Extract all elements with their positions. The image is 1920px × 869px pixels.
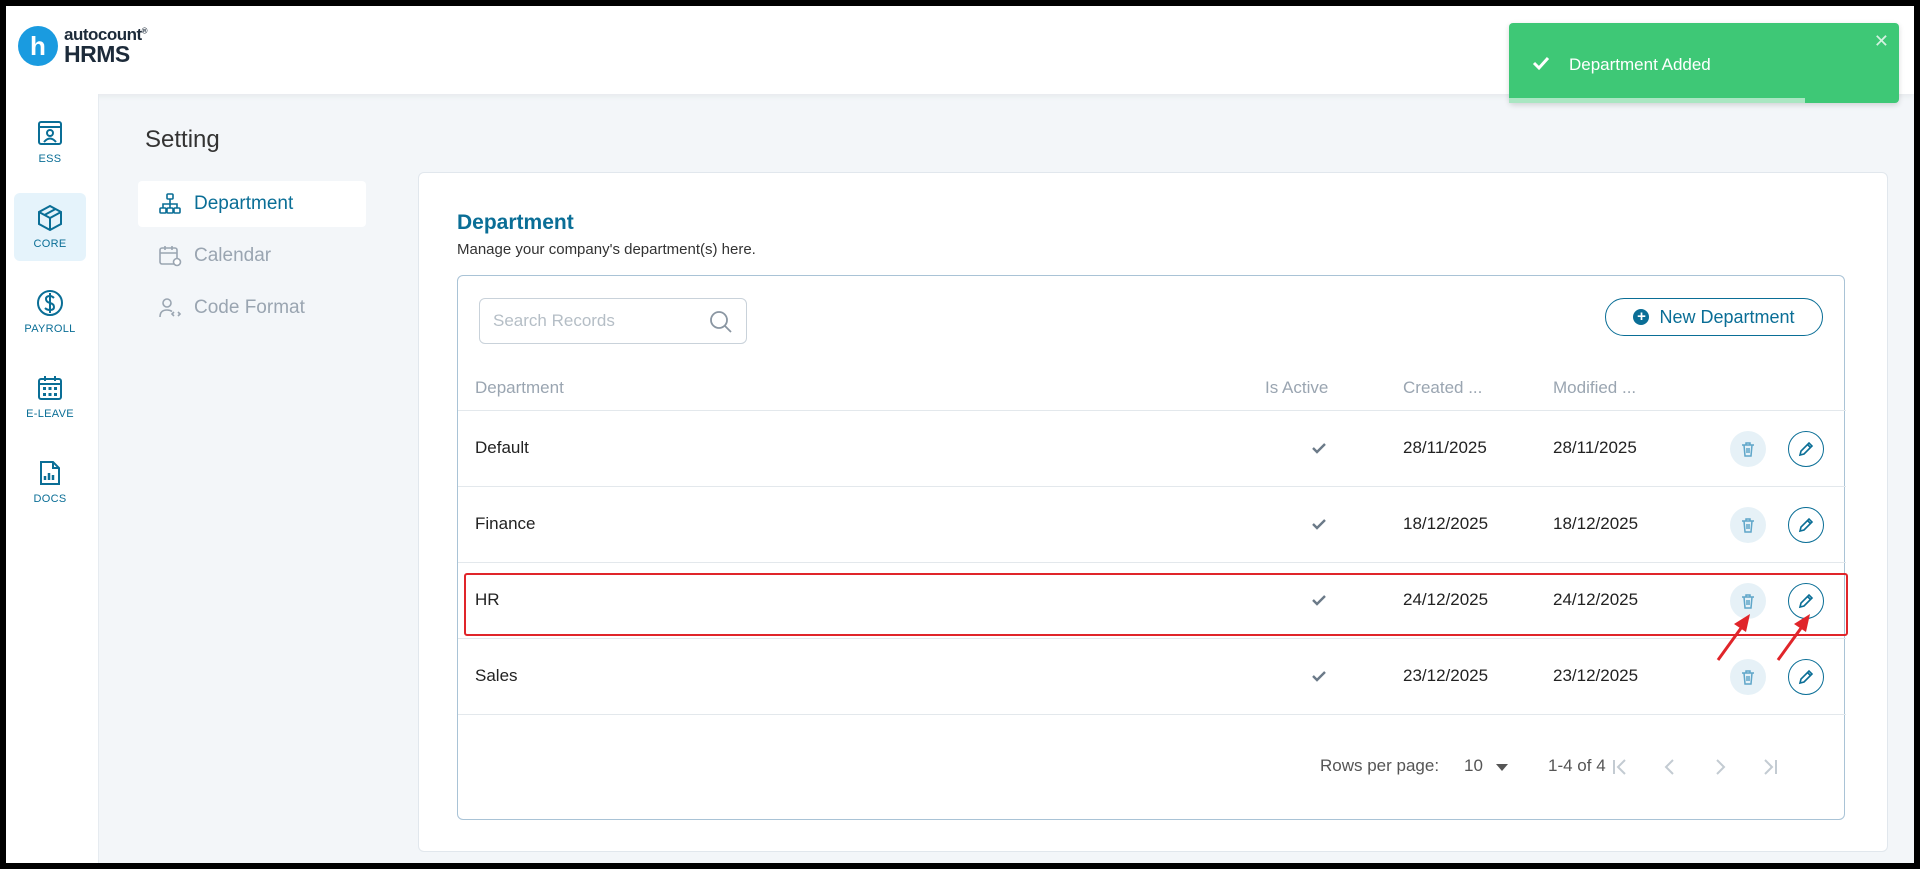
settings-menu-calendar[interactable]: Calendar [138,233,366,279]
ess-icon [38,121,62,145]
delete-button[interactable] [1730,507,1766,543]
org-chart-icon [159,193,181,214]
side-nav: ESS CORE PAYROLL E-LEAVE DOCS [6,94,99,863]
nav-item-ess[interactable]: ESS [14,108,86,176]
search-input[interactable] [493,311,693,331]
previous-page-button[interactable] [1657,754,1683,780]
settings-menu-label: Calendar [194,245,272,266]
column-header-created[interactable]: Created ... [1403,378,1482,398]
trash-icon [1742,442,1754,457]
rows-per-page-select[interactable]: 10 [1464,756,1483,776]
check-icon [1312,671,1326,682]
nav-item-docs[interactable]: DOCS [14,448,86,516]
search-icon[interactable] [708,309,734,335]
department-table: + New Department Department Is Active Cr… [457,275,1846,820]
cell-created: 23/12/2025 [1403,666,1489,685]
column-header-is-active[interactable]: Is Active [1265,378,1328,398]
settings-menu-code-format[interactable]: Code Format [138,285,366,331]
success-toast: Department Added ✕ [1509,23,1899,103]
cell-department: Finance [475,514,536,533]
table-row[interactable]: Finance 18/12/2025 18/12/2025 [458,487,1846,563]
delete-button[interactable] [1730,659,1766,695]
table-row[interactable]: Default 28/11/2025 28/11/2025 [458,411,1846,487]
rows-per-page-label: Rows per page: [1320,756,1440,775]
check-icon [1532,56,1550,71]
settings-menu-label: Department [194,193,294,214]
first-page-icon [1613,759,1626,775]
cell-created: 28/11/2025 [1403,438,1487,457]
cell-modified: 23/12/2025 [1553,666,1639,685]
nav-label-docs: DOCS [33,493,67,505]
settings-menu-label: Code Format [194,297,305,318]
logo-product-text: HRMS [64,41,130,67]
docs-icon [40,461,60,485]
check-icon [1312,519,1326,530]
pencil-icon [1798,669,1814,685]
app-window: h autocount® HRMS ESS CORE PAYROLL E-LEA… [6,6,1914,863]
calendar-settings-icon [159,246,182,267]
trash-icon [1742,594,1754,609]
nav-item-core[interactable]: CORE [14,193,86,261]
delete-button[interactable] [1730,583,1766,619]
last-page-icon [1764,759,1777,775]
pencil-icon [1798,441,1814,457]
check-icon [1312,443,1326,454]
nav-label-ess: ESS [38,153,62,165]
edit-button[interactable] [1788,583,1824,619]
cell-modified: 24/12/2025 [1553,590,1639,609]
table-header: Department Is Active Created ... Modifie… [458,368,1846,411]
cell-created: 24/12/2025 [1403,590,1489,609]
chevron-down-icon[interactable] [1496,764,1508,771]
first-page-button[interactable] [1607,754,1633,780]
nav-label-eleave: E-LEAVE [26,408,74,420]
calendar-grid-icon [38,376,62,400]
column-header-department[interactable]: Department [475,378,564,398]
chevron-left-icon [1664,759,1674,775]
logo-mark: h [18,26,58,66]
edit-button[interactable] [1788,507,1824,543]
chevron-right-icon [1716,759,1726,775]
nav-label-core: CORE [33,238,67,250]
search-box [479,298,747,344]
new-department-label: New Department [1659,306,1795,327]
nav-label-payroll: PAYROLL [24,323,76,335]
payroll-icon [37,290,63,316]
check-icon [1312,595,1326,606]
toast-message: Department Added [1569,55,1711,74]
nav-item-payroll[interactable]: PAYROLL [14,278,86,346]
delete-button[interactable] [1730,431,1766,467]
cell-created: 18/12/2025 [1403,514,1489,533]
new-department-button[interactable]: + New Department [1605,298,1823,336]
last-page-button[interactable] [1757,754,1783,780]
department-panel: Department Manage your company's departm… [418,172,1888,852]
trash-icon [1742,518,1754,533]
page-range: 1-4 of 4 [1548,756,1606,775]
cell-modified: 28/11/2025 [1553,438,1637,457]
column-header-modified[interactable]: Modified ... [1553,378,1636,398]
trash-icon [1742,670,1754,685]
edit-button[interactable] [1788,431,1824,467]
edit-button[interactable] [1788,659,1824,695]
close-icon[interactable]: ✕ [1874,31,1889,52]
toast-progress-bar [1509,98,1806,103]
table-row[interactable]: HR 24/12/2025 24/12/2025 [458,563,1846,639]
cell-modified: 18/12/2025 [1553,514,1639,533]
code-user-icon [159,298,182,318]
panel-subtitle: Manage your company's department(s) here… [457,241,756,258]
cell-department: Default [475,438,529,457]
table-row[interactable]: Sales 23/12/2025 23/12/2025 [458,639,1846,715]
plus-circle-icon: + [1633,309,1650,325]
next-page-button[interactable] [1707,754,1733,780]
core-icon [38,204,62,232]
pencil-icon [1798,593,1814,609]
cell-department: HR [475,590,500,609]
nav-item-eleave[interactable]: E-LEAVE [14,363,86,431]
page-title: Setting [145,126,220,153]
pagination: Rows per page: 10 1-4 of 4 [458,746,1846,786]
settings-menu-department[interactable]: Department [138,181,366,227]
pencil-icon [1798,517,1814,533]
panel-title: Department [457,211,574,234]
app-logo[interactable]: h autocount® HRMS [18,26,148,67]
cell-department: Sales [475,666,518,685]
